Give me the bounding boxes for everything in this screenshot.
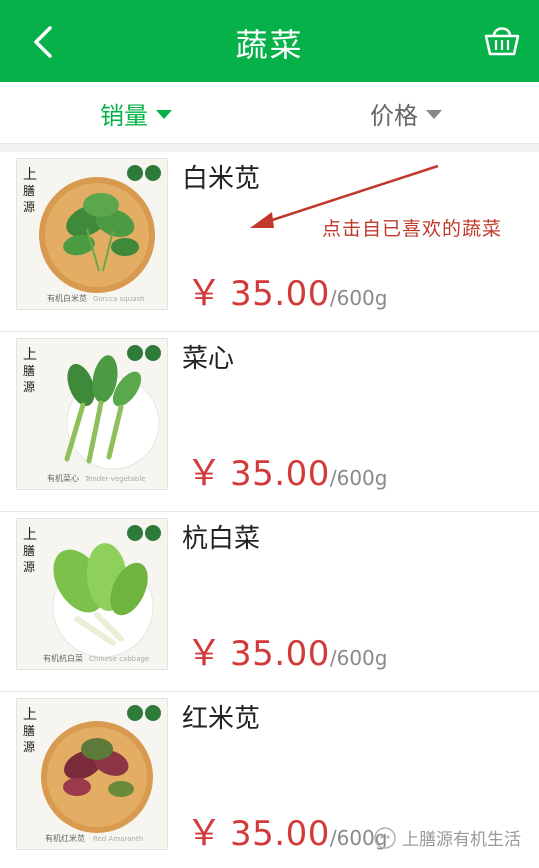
svg-text:膳: 膳	[23, 723, 35, 738]
svg-text:有机红米苋: 有机红米苋	[45, 833, 85, 843]
product-price: ￥ 35.00/600g	[186, 624, 387, 676]
svg-text:有机杭白菜: 有机杭白菜	[43, 653, 83, 663]
svg-text:有机白米苋: 有机白米苋	[47, 293, 87, 303]
currency-symbol: ￥	[186, 633, 223, 674]
svg-text:上: 上	[23, 527, 37, 543]
product-price: ￥ 35.00/600g	[186, 264, 387, 316]
sort-by-sales-tab[interactable]: 销量	[100, 96, 172, 130]
basket-icon[interactable]	[482, 20, 522, 60]
svg-text:上: 上	[23, 707, 37, 723]
product-name: 菜心	[182, 344, 235, 374]
product-image[interactable]: 上 膳 源 有机杭白菜 Chinese cabbage	[16, 518, 168, 670]
product-price: ￥ 35.00/600g	[186, 444, 387, 496]
sort-by-price-tab[interactable]: 价格	[370, 96, 442, 130]
product-image-art: 上 膳 源 有机杭白菜 Chinese cabbage	[17, 519, 167, 669]
svg-text:源: 源	[23, 740, 35, 754]
top-app-bar: 蔬菜	[0, 0, 539, 82]
price-unit: /600g	[329, 646, 388, 670]
svg-text:膳: 膳	[23, 363, 35, 378]
product-image-art: 上 膳 源 有机红米苋 Red Amaranth	[17, 699, 167, 849]
caret-down-icon	[426, 109, 442, 119]
svg-text:源: 源	[23, 560, 35, 574]
svg-text:膳: 膳	[23, 543, 35, 558]
product-name: 杭白菜	[182, 524, 261, 554]
sort-bar: 销量 价格	[0, 82, 539, 144]
product-image[interactable]: 上 膳 源 有机红米苋 Red Amaranth	[16, 698, 168, 850]
product-row[interactable]: 上 膳 源 有机菜心 Tender vegetable 菜心 ￥ 35.00/60…	[0, 332, 539, 512]
price-amount: 35.00	[230, 454, 330, 494]
section-divider	[0, 144, 539, 152]
price-amount: 35.00	[230, 634, 330, 674]
price-amount: 35.00	[230, 814, 330, 854]
brand-mark: 上	[23, 167, 37, 183]
product-image[interactable]: 上 膳 源 有机菜心 Tender vegetable	[16, 338, 168, 490]
svg-text:上: 上	[23, 347, 37, 363]
page-title: 蔬菜	[235, 26, 304, 64]
product-name: 红米苋	[182, 704, 261, 734]
svg-text:Gorcca squash: Gorcca squash	[93, 295, 145, 303]
product-price: ￥ 35.00/600g	[186, 804, 387, 856]
product-row[interactable]: 上 膳 源 有机杭白菜 Chinese cabbage 杭白菜 ￥ 35.00/6…	[0, 512, 539, 692]
watermark: 上膳源有机生活	[374, 825, 521, 850]
price-amount: 35.00	[230, 274, 330, 314]
price-unit: /600g	[329, 286, 388, 310]
svg-text:Tender vegetable: Tender vegetable	[84, 475, 146, 483]
svg-text:Chinese cabbage: Chinese cabbage	[89, 655, 149, 663]
sort-by-sales-label: 销量	[100, 101, 148, 130]
svg-text:Red Amaranth: Red Amaranth	[93, 835, 143, 843]
svg-text:膳: 膳	[23, 183, 35, 198]
svg-text:源: 源	[23, 380, 35, 394]
currency-symbol: ￥	[186, 453, 223, 494]
currency-symbol: ￥	[186, 273, 223, 314]
product-image[interactable]: 上 膳 源 有机白米苋 Gorcca squash	[16, 158, 168, 310]
annotation-hint: 点击自已喜欢的蔬菜	[322, 218, 503, 240]
sort-by-price-label: 价格	[370, 101, 418, 130]
svg-text:源: 源	[23, 200, 35, 214]
svg-text:有机菜心: 有机菜心	[47, 473, 79, 483]
caret-down-icon	[156, 109, 172, 119]
product-image-art: 上 膳 源 有机白米苋 Gorcca squash	[17, 159, 167, 309]
price-unit: /600g	[329, 466, 388, 490]
currency-symbol: ￥	[186, 813, 223, 854]
product-image-art: 上 膳 源 有机菜心 Tender vegetable	[17, 339, 167, 489]
watermark-text: 上膳源有机生活	[402, 830, 521, 850]
wechat-icon	[374, 826, 396, 849]
